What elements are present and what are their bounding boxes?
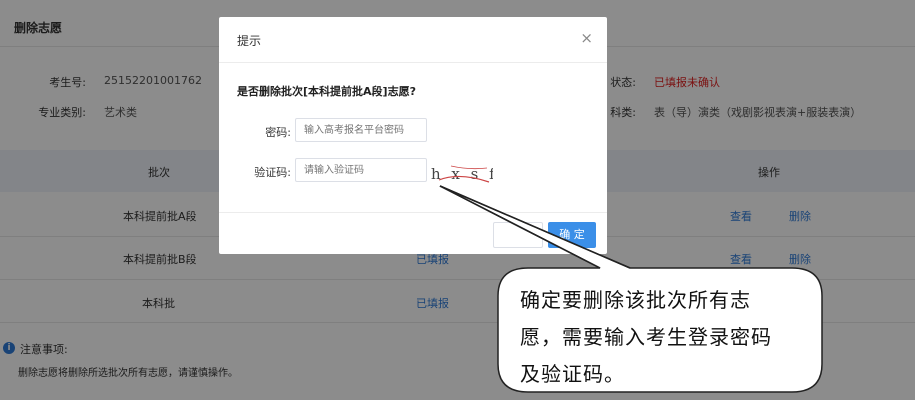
password-input[interactable]: [295, 118, 427, 142]
divider: [219, 62, 607, 63]
confirm-dialog: 提示 × 是否删除批次[本科提前批A段]志愿? 密码: 验证码: h x s f…: [219, 17, 607, 254]
callout-line: 愿，需要输入考生登录密码: [520, 325, 772, 349]
confirm-question: 是否删除批次[本科提前批A段]志愿?: [237, 85, 416, 98]
captcha-label: 验证码:: [254, 166, 291, 179]
close-icon[interactable]: ×: [580, 29, 593, 47]
captcha-input[interactable]: [295, 158, 427, 182]
callout-line: 及验证码。: [520, 362, 625, 386]
password-label: 密码:: [265, 126, 291, 139]
dialog-title: 提示: [237, 34, 262, 48]
callout-line: 确定要删除该批次所有志: [520, 288, 751, 312]
callout-text: 确定要删除该批次所有志 愿，需要输入考生登录密码 及验证码。: [520, 282, 805, 393]
divider: [219, 212, 607, 213]
captcha-image[interactable]: h x s f: [429, 160, 493, 186]
cancel-button[interactable]: [493, 222, 543, 248]
ok-button[interactable]: 确 定: [548, 222, 596, 248]
